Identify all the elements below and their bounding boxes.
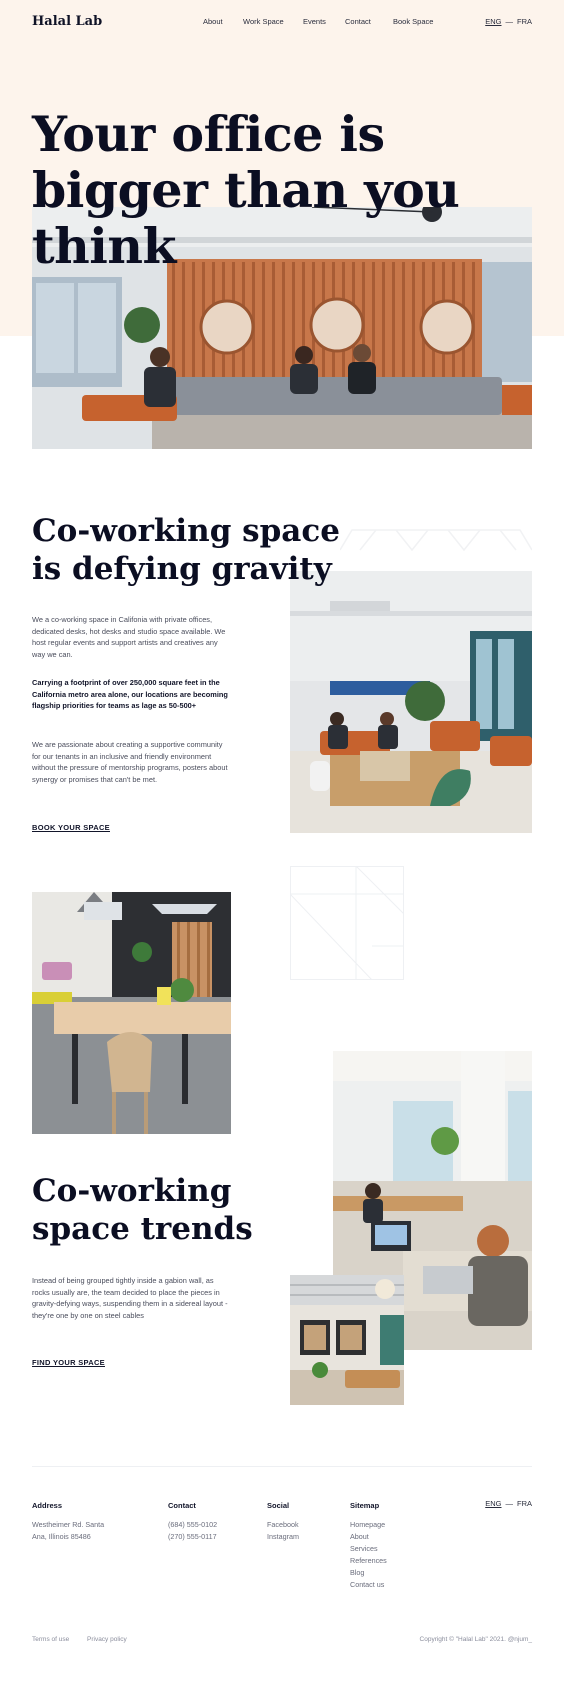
trends-paragraph: Instead of being grouped tightly inside … bbox=[32, 1276, 228, 1320]
section-gravity-title: Co-working space is defying gravity bbox=[32, 512, 352, 588]
nav-book-space[interactable]: Book Space bbox=[393, 17, 443, 26]
hero-title: Your office is bigger than you think bbox=[32, 106, 492, 274]
geometric-line-decoration bbox=[290, 866, 404, 980]
terms-link[interactable]: Terms of use bbox=[32, 1636, 69, 1643]
footer-contact-heading: Contact bbox=[168, 1501, 196, 1510]
main-nav: About Work Space Events Contact Book Spa… bbox=[203, 17, 443, 26]
nav-contact[interactable]: Contact bbox=[345, 17, 393, 26]
section-gravity-title-line-1: Co-working space bbox=[32, 513, 340, 549]
gravity-paragraph-2: Carrying a footprint of over 250,000 squ… bbox=[32, 678, 228, 710]
logo[interactable]: Halal Lab bbox=[32, 14, 102, 29]
footer-instagram-link[interactable]: Instagram bbox=[267, 1531, 299, 1543]
footer-sitemap-blog[interactable]: Blog bbox=[350, 1567, 364, 1579]
hero-title-line-3: think bbox=[32, 217, 176, 275]
footer-language-switcher: ENG — FRA bbox=[485, 1499, 532, 1508]
footer-phone-2[interactable]: (270) 555-0117 bbox=[168, 1531, 217, 1543]
zigzag-decoration bbox=[340, 529, 532, 552]
footer-address-heading: Address bbox=[32, 1501, 63, 1510]
gravity-paragraph-1: We a co-working space in Califonia with … bbox=[32, 615, 226, 659]
footer-divider bbox=[32, 1466, 532, 1467]
footer-sitemap-homepage[interactable]: Homepage bbox=[350, 1519, 385, 1531]
lounge-interior-photo bbox=[290, 1275, 404, 1405]
footer-address-line-2: Ana, Illinois 85486 bbox=[32, 1532, 91, 1541]
section-trends-title: Co-working space trends bbox=[32, 1172, 282, 1248]
footer-address-line-1: Westheimer Rd. Santa bbox=[32, 1520, 105, 1529]
footer-social-heading: Social bbox=[267, 1501, 290, 1510]
footer-phone-1[interactable]: (684) 555-0102 bbox=[168, 1519, 217, 1531]
lang-separator: — bbox=[505, 17, 514, 26]
lang-fra[interactable]: FRA bbox=[517, 17, 532, 26]
gravity-paragraph-3: We are passionate about creating a suppo… bbox=[32, 740, 228, 784]
section-trends-title-line-1: Co-working bbox=[32, 1173, 232, 1209]
nav-work-space[interactable]: Work Space bbox=[243, 17, 303, 26]
hero-title-line-1: Your office is bbox=[32, 105, 385, 163]
hero-title-line-2: bigger than you bbox=[32, 161, 460, 219]
section-trends-title-line-2: space trends bbox=[32, 1211, 253, 1247]
language-switcher: ENG — FRA bbox=[485, 17, 532, 26]
section-gravity-title-line-2: is defying gravity bbox=[32, 551, 332, 587]
lang-eng[interactable]: ENG bbox=[485, 17, 501, 26]
footer-lang-eng[interactable]: ENG bbox=[485, 1499, 501, 1508]
book-space-link[interactable]: BOOK YOUR SPACE bbox=[32, 823, 110, 832]
footer-sitemap-services[interactable]: Services bbox=[350, 1543, 378, 1555]
footer-facebook-link[interactable]: Facebook bbox=[267, 1519, 299, 1531]
footer-lang-separator: — bbox=[505, 1499, 514, 1508]
footer-sitemap-contact[interactable]: Contact us bbox=[350, 1579, 384, 1591]
footer-sitemap-about[interactable]: About bbox=[350, 1531, 369, 1543]
nav-about[interactable]: About bbox=[203, 17, 243, 26]
footer-lang-fra[interactable]: FRA bbox=[517, 1499, 532, 1508]
coworking-lounge-photo bbox=[290, 571, 532, 833]
nav-events[interactable]: Events bbox=[303, 17, 345, 26]
find-space-link[interactable]: FIND YOUR SPACE bbox=[32, 1358, 105, 1367]
privacy-link[interactable]: Privacy policy bbox=[87, 1636, 127, 1643]
workspace-desk-photo bbox=[32, 892, 231, 1134]
footer-sitemap-heading: Sitemap bbox=[350, 1501, 380, 1510]
copyright-text: Copyright © "Halal Lab" 2021. @njum_ bbox=[419, 1636, 532, 1643]
footer-sitemap-references[interactable]: References bbox=[350, 1555, 387, 1567]
